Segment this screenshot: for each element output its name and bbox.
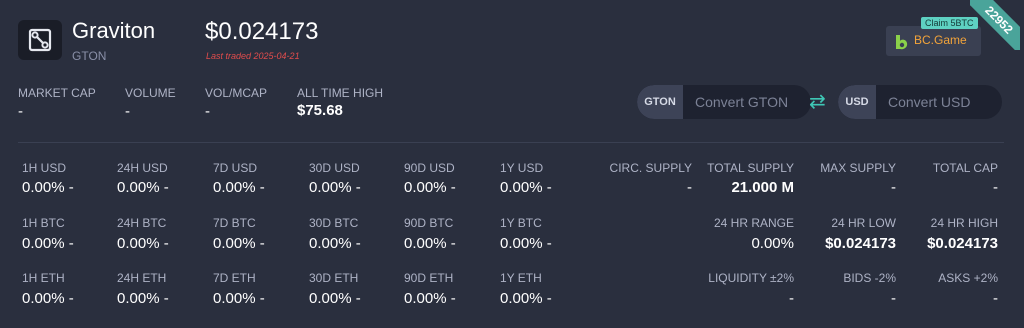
change-value: 0.00% - [22,235,74,252]
change-value: 0.00% - [404,290,456,307]
change-value: 0.00% - [22,290,74,307]
volume-label: VOLUME [125,86,176,100]
ath-value: $75.68 [297,102,343,119]
bcgame-logo-icon [893,33,911,56]
ath-label: ALL TIME HIGH [297,86,384,100]
graviton-logo-icon [18,20,62,60]
from-currency-tag: GTON [637,85,683,119]
change-label: 7D USD [213,161,258,175]
section-divider [18,142,1004,143]
ad-ribbon-count: 22952 [970,0,1020,50]
coin-name: Graviton [72,18,156,43]
change-value: 0.00% - [500,235,552,252]
vol-mcap-value: - [205,103,210,120]
change-label: 90D BTC [404,216,454,230]
change-value: 0.00% - [22,179,74,196]
total-supply-label: TOTAL SUPPLY [707,161,794,175]
change-value: 0.00% - [213,179,265,196]
asks-label: ASKS +2% [938,271,998,285]
market-cap-label: MARKET CAP [18,86,96,100]
swap-arrows-icon[interactable]: ⇄ [809,92,826,112]
change-label: 1Y USD [500,161,544,175]
change-label: 7D ETH [213,271,256,285]
change-value: 0.00% - [309,179,361,196]
last-traded-text: Last traded 2025-04-21 [206,51,300,61]
change-value: 0.00% - [309,235,361,252]
change-value: 0.00% - [500,179,552,196]
change-value: 0.00% - [117,179,169,196]
max-supply-value: - [891,179,896,196]
total-cap-label: TOTAL CAP [932,161,998,175]
to-currency-tag: USD [838,85,876,119]
convert-from-field[interactable]: GTON [637,85,811,119]
change-value: 0.00% - [404,179,456,196]
change-value: 0.00% - [404,235,456,252]
liquidity-label: LIQUIDITY ±2% [708,271,794,285]
high-24h-label: 24 HR HIGH [930,216,998,230]
change-label: 90D ETH [404,271,454,285]
range-24h-label: 24 HR RANGE [713,216,794,230]
coin-summary-panel: Graviton GTON $0.024173 Last traded 2025… [0,0,1020,326]
change-label: 90D USD [404,161,455,175]
change-label: 24H BTC [117,216,167,230]
range-24h-value: 0.00% [751,235,794,252]
convert-to-field[interactable]: USD [838,85,1002,119]
bids-value: - [891,290,896,307]
change-label: 24H USD [117,161,168,175]
change-label: 1Y ETH [500,271,542,285]
change-label: 1H BTC [22,216,65,230]
liquidity-value: - [789,290,794,307]
change-value: 0.00% - [213,290,265,307]
coin-price: $0.024173 [205,18,319,45]
change-label: 7D BTC [213,216,256,230]
change-label: 1H ETH [22,271,65,285]
change-label: 30D ETH [309,271,359,285]
market-cap-value: - [18,103,23,120]
total-cap-value: - [993,179,998,196]
change-value: 0.00% - [500,290,552,307]
vol-mcap-label: VOL/MCAP [205,86,268,100]
change-value: 0.00% - [117,290,169,307]
low-24h-value: $0.024173 [825,235,896,252]
change-label: 1Y BTC [500,216,542,230]
change-value: 0.00% - [117,235,169,252]
coin-symbol: GTON [72,49,107,63]
convert-gton-input[interactable] [683,93,807,111]
change-value: 0.00% - [309,290,361,307]
volume-value: - [125,103,130,120]
max-supply-label: MAX SUPPLY [820,161,896,175]
change-label: 1H USD [22,161,67,175]
change-value: 0.00% - [213,235,265,252]
high-24h-value: $0.024173 [927,235,998,252]
asks-value: - [993,290,998,307]
circ-supply-value: - [687,179,692,196]
ad-brand-text[interactable]: BC.Game [914,33,967,47]
low-24h-label: 24 HR LOW [831,216,896,230]
ad-ribbon: 22952 [970,0,1020,50]
change-label: 30D BTC [309,216,359,230]
change-label: 30D USD [309,161,360,175]
convert-usd-input[interactable] [876,93,1000,111]
total-supply-value: 21.000 M [731,179,794,196]
change-label: 24H ETH [117,271,167,285]
circ-supply-label: CIRC. SUPPLY [609,161,692,175]
bids-label: BIDS -2% [843,271,896,285]
